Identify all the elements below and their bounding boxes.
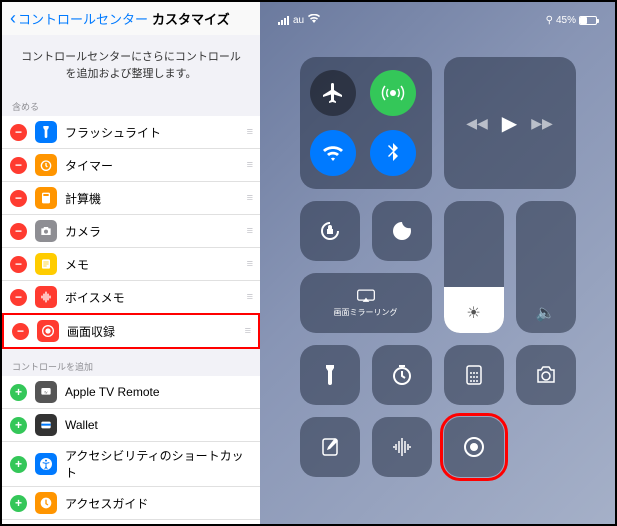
media-tile[interactable]: ◀◀ ▶ ▶▶ xyxy=(444,57,576,189)
included-list: −フラッシュライト≡−タイマー≡−計算機≡−カメラ≡−メモ≡−ボイスメモ≡−画面… xyxy=(2,116,260,348)
list-item: − 画面収録≡ xyxy=(2,313,260,349)
prev-track-icon[interactable]: ◀◀ xyxy=(466,115,488,132)
flashlight-tile[interactable] xyxy=(300,345,360,405)
settings-panel: ‹ コントロールセンター カスタマイズ コントロールセンターにさらにコントロール… xyxy=(2,2,260,524)
back-chevron-icon[interactable]: ‹ xyxy=(10,8,16,29)
volume-slider[interactable]: 🔈 xyxy=(516,201,576,333)
remove-button[interactable]: − xyxy=(10,223,27,240)
reorder-grip-icon[interactable]: ≡ xyxy=(247,291,252,303)
wallet-icon xyxy=(35,414,57,436)
connectivity-tile[interactable] xyxy=(300,57,432,189)
row-label: 計算機 xyxy=(65,190,247,207)
row-label: フラッシュライト xyxy=(65,124,247,141)
add-button[interactable]: + xyxy=(10,417,27,434)
list-item: − フラッシュライト≡ xyxy=(2,116,260,149)
row-label: カメラ xyxy=(65,223,247,240)
list-item: − メモ≡ xyxy=(2,248,260,281)
remove-button[interactable]: − xyxy=(10,256,27,273)
row-label: メモ xyxy=(65,256,247,273)
flashlight-icon xyxy=(35,121,57,143)
note-tile[interactable] xyxy=(300,417,360,477)
carrier-label: au xyxy=(293,15,304,26)
dnd-tile[interactable] xyxy=(372,201,432,261)
more-list: + tv Apple TV Remote + Wallet + アクセシビリティのショートカ… xyxy=(2,376,260,524)
remove-button[interactable]: − xyxy=(10,190,27,207)
remove-button[interactable]: − xyxy=(10,157,27,174)
list-item: + アクセシビリティのショートカット xyxy=(2,442,260,487)
orientation-lock-tile[interactable] xyxy=(300,201,360,261)
timer-icon xyxy=(35,154,57,176)
list-item: − カメラ≡ xyxy=(2,215,260,248)
speaker-icon: 🔈 xyxy=(536,303,556,323)
wifi-toggle-icon[interactable] xyxy=(310,130,356,176)
svg-text:tv: tv xyxy=(44,389,47,394)
list-item: + tv Apple TV Remote xyxy=(2,376,260,409)
reorder-grip-icon[interactable]: ≡ xyxy=(247,159,252,171)
voice-icon xyxy=(35,286,57,308)
brightness-slider[interactable]: ☀ xyxy=(444,201,504,333)
signal-icon xyxy=(278,16,289,25)
reorder-grip-icon[interactable]: ≡ xyxy=(247,126,252,138)
airplane-icon[interactable] xyxy=(310,70,356,116)
reorder-grip-icon[interactable]: ≡ xyxy=(247,192,252,204)
bluetooth-icon: ⚲ xyxy=(546,15,553,26)
battery-icon xyxy=(579,16,597,25)
remove-button[interactable]: − xyxy=(10,124,27,141)
voice-memo-tile[interactable] xyxy=(372,417,432,477)
more-header: コントロールを追加 xyxy=(2,356,260,376)
list-item: − タイマー≡ xyxy=(2,149,260,182)
include-header: 含める xyxy=(2,96,260,116)
cellular-icon[interactable] xyxy=(370,70,416,116)
mirror-label: 画面ミラーリング xyxy=(334,307,398,318)
nav-bar: ‹ コントロールセンター カスタマイズ xyxy=(2,2,260,35)
play-icon[interactable]: ▶ xyxy=(502,111,517,136)
remove-button[interactable]: − xyxy=(12,323,29,340)
appletv-icon: tv xyxy=(35,381,57,403)
accessibility-icon xyxy=(35,453,57,475)
status-bar: au ⚲ 45% xyxy=(278,14,597,27)
row-label: タイマー xyxy=(65,157,247,174)
row-label: 画面収録 xyxy=(67,323,245,340)
description-text: コントロールセンターにさらにコントロールを追加および整理します。 xyxy=(2,35,260,96)
screen-record-tile[interactable] xyxy=(444,417,504,477)
control-center: au ⚲ 45% ◀◀ ▶ ▶▶ ☀ 🔈 xyxy=(260,2,615,524)
reorder-grip-icon[interactable]: ≡ xyxy=(247,258,252,270)
reorder-grip-icon[interactable]: ≡ xyxy=(245,325,250,337)
camera-tile[interactable] xyxy=(516,345,576,405)
row-label: Apple TV Remote xyxy=(65,385,252,399)
row-label: ボイスメモ xyxy=(65,289,247,306)
list-item: +アラーム xyxy=(2,520,260,524)
row-label: Wallet xyxy=(65,418,252,432)
calculator-tile[interactable] xyxy=(444,345,504,405)
list-item: − ボイスメモ≡ xyxy=(2,281,260,314)
cc-grid: ◀◀ ▶ ▶▶ ☀ 🔈 画面ミラーリング xyxy=(278,57,597,477)
add-button[interactable]: + xyxy=(10,384,27,401)
bluetooth-toggle-icon[interactable] xyxy=(370,130,416,176)
battery-pct: 45% xyxy=(556,15,576,26)
camera-icon xyxy=(35,220,57,242)
note-icon xyxy=(35,253,57,275)
remove-button[interactable]: − xyxy=(10,289,27,306)
page-title: カスタマイズ xyxy=(152,9,230,28)
list-item: − 計算機≡ xyxy=(2,182,260,215)
mirror-icon xyxy=(356,289,376,303)
list-item: + アクセスガイド xyxy=(2,487,260,520)
guide-icon xyxy=(35,492,57,514)
wifi-icon xyxy=(308,14,320,27)
add-button[interactable]: + xyxy=(10,495,27,512)
row-label: アクセシビリティのショートカット xyxy=(65,447,252,481)
sun-icon: ☀ xyxy=(466,303,480,323)
record-icon xyxy=(37,320,59,342)
calculator-icon xyxy=(35,187,57,209)
reorder-grip-icon[interactable]: ≡ xyxy=(247,225,252,237)
timer-tile[interactable] xyxy=(372,345,432,405)
screen-mirror-tile[interactable]: 画面ミラーリング xyxy=(300,273,432,333)
next-track-icon[interactable]: ▶▶ xyxy=(531,115,553,132)
back-label[interactable]: コントロールセンター xyxy=(18,9,148,28)
list-item: + Wallet xyxy=(2,409,260,442)
add-button[interactable]: + xyxy=(10,456,27,473)
row-label: アクセスガイド xyxy=(65,495,252,512)
